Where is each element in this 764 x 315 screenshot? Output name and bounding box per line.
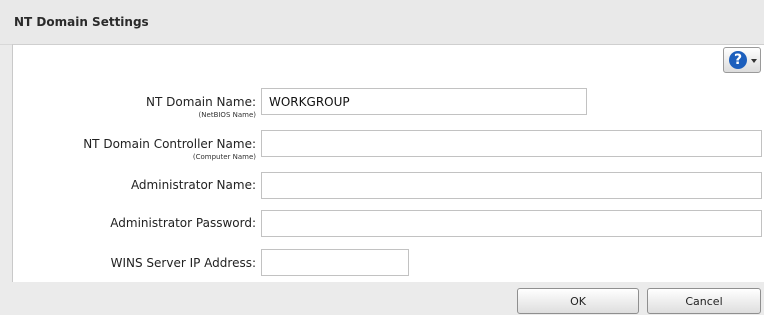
dialog-titlebar: NT Domain Settings <box>0 0 764 45</box>
chevron-down-icon <box>751 59 757 63</box>
nt-domain-settings-dialog: NT Domain Settings ? NT Domain Name: (Ne… <box>0 0 764 315</box>
nt-domain-controller-name-label: NT Domain Controller Name: <box>83 137 256 151</box>
administrator-password-label: Administrator Password: <box>110 216 256 230</box>
administrator-name-label: Administrator Name: <box>130 178 256 192</box>
question-circle-icon: ? <box>729 51 747 69</box>
wins-server-ip-input[interactable] <box>261 249 409 276</box>
nt-domain-controller-name-input[interactable] <box>261 130 762 157</box>
dialog-title: NT Domain Settings <box>14 15 149 29</box>
administrator-password-input[interactable] <box>261 210 762 237</box>
nt-domain-name-sublabel: (NetBIOS Name) <box>198 111 256 119</box>
cancel-button[interactable]: Cancel <box>647 288 761 314</box>
nt-domain-controller-name-sublabel: (Computer Name) <box>192 153 256 161</box>
ok-button[interactable]: OK <box>517 288 639 314</box>
nt-domain-name-label: NT Domain Name: <box>146 95 256 109</box>
nt-domain-name-input[interactable] <box>261 88 587 115</box>
wins-server-ip-label: WINS Server IP Address: <box>110 256 256 270</box>
help-button[interactable]: ? <box>723 47 761 73</box>
dialog-content <box>12 44 764 282</box>
administrator-name-input[interactable] <box>261 172 762 199</box>
